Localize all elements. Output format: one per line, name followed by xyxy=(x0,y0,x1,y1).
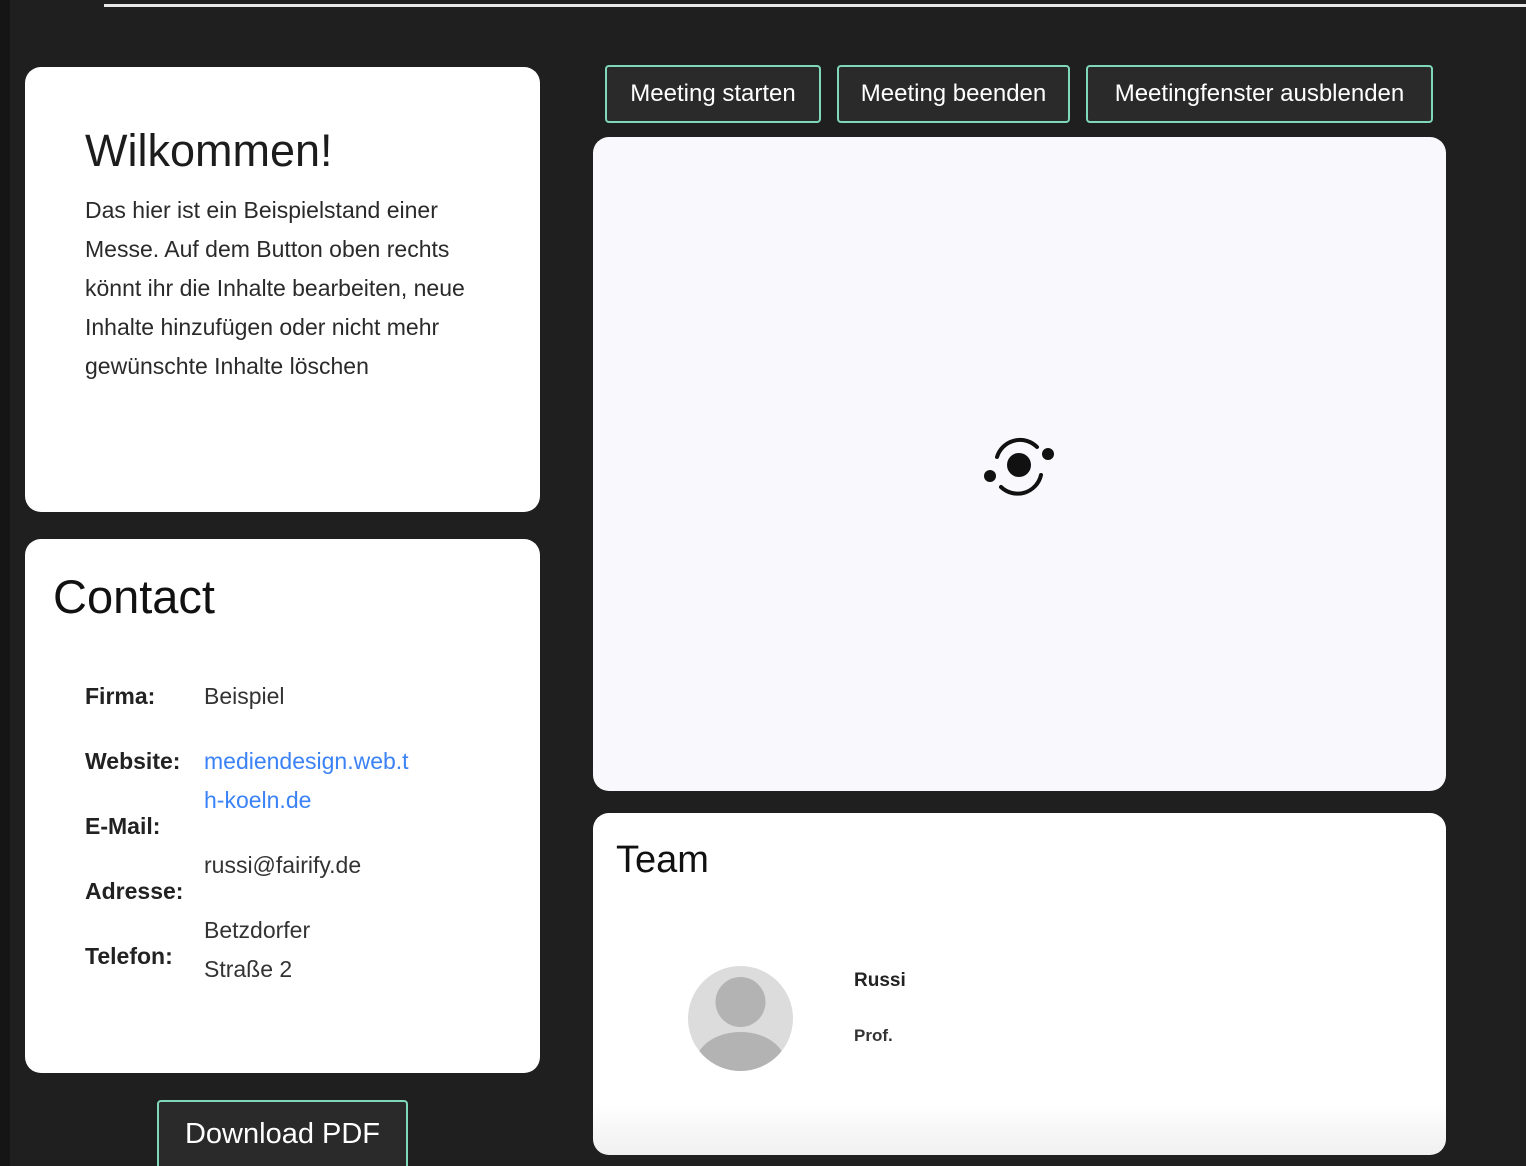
start-meeting-button[interactable]: Meeting starten xyxy=(605,65,821,123)
team-title: Team xyxy=(616,839,709,881)
top-divider xyxy=(104,4,1526,7)
left-edge-strip xyxy=(0,0,10,1166)
welcome-card: Wilkommen! Das hier ist ein Beispielstan… xyxy=(25,67,540,512)
meeting-frame[interactable] xyxy=(593,137,1446,791)
email-value: russi@fairify.de xyxy=(204,852,362,878)
phone-label: Telefon: xyxy=(85,943,173,969)
company-value: Beispiel xyxy=(204,683,285,709)
contact-title: Contact xyxy=(53,570,215,623)
welcome-text: Das hier ist ein Beispielstand einer Mes… xyxy=(85,197,465,379)
company-label: Firma: xyxy=(85,683,156,709)
loading-spinner-icon xyxy=(984,437,1054,496)
team-member-title: Prof. xyxy=(854,1026,893,1045)
address-label: Adresse: xyxy=(85,878,184,904)
address-value: Betzdorfer Straße 2 xyxy=(204,917,311,982)
hide-meeting-window-button[interactable]: Meetingfenster ausblenden xyxy=(1086,65,1433,123)
website-link[interactable]: mediendesign.web.th-koeln.de xyxy=(204,742,409,820)
contact-card: Contact Firma: Beispiel Website: mediend… xyxy=(25,539,540,1073)
user-avatar-icon xyxy=(688,966,793,1071)
email-label: E-Mail: xyxy=(85,813,161,839)
page: Wilkommen! Das hier ist ein Beispielstan… xyxy=(0,0,1526,1166)
team-member-name: Russi xyxy=(854,970,906,991)
download-pdf-button[interactable]: Download PDF xyxy=(157,1100,408,1166)
team-card: Team Russi Prof. xyxy=(593,813,1446,1155)
website-label: Website: xyxy=(85,748,181,774)
welcome-title: Wilkommen! xyxy=(85,125,333,176)
end-meeting-button[interactable]: Meeting beenden xyxy=(837,65,1070,123)
